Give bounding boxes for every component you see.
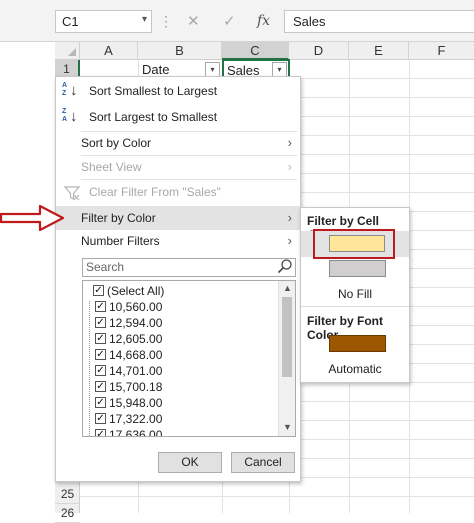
checkbox-checked[interactable]: ✓ <box>95 301 106 312</box>
menu-item-label: Sort Smallest to Largest <box>89 84 218 98</box>
menu-item-sort-by-color[interactable]: Sort by Color › <box>56 131 300 155</box>
menu-item-label: Clear Filter From "Sales" <box>89 185 221 199</box>
font-color-swatch-brown[interactable] <box>329 335 386 352</box>
list-item-label: 12,605.00 <box>109 332 163 346</box>
list-item-label: 15,948.00 <box>109 396 163 410</box>
list-scrollbar[interactable]: ▲ ▼ <box>278 281 295 436</box>
chevron-right-icon: › <box>287 210 292 225</box>
sort-ascending-icon: AZ ↓ <box>62 82 78 99</box>
funnel-clear-icon <box>64 186 80 201</box>
column-header-e[interactable]: E <box>349 42 409 60</box>
chevron-right-icon: › <box>287 135 292 150</box>
sort-descending-icon: ZA ↓ <box>62 108 78 125</box>
checkbox-checked[interactable]: ✓ <box>95 365 106 376</box>
menu-item-label: Number Filters <box>81 234 160 248</box>
name-box-value: C1 <box>62 14 79 29</box>
filter-dropdown-sales[interactable]: ▾ <box>272 62 287 77</box>
insert-function-icon[interactable]: fx <box>257 10 270 33</box>
checkbox-checked[interactable]: ✓ <box>95 397 106 408</box>
menu-item-label: Filter by Color <box>81 211 156 225</box>
checkbox-checked[interactable]: ✓ <box>95 429 106 436</box>
checkbox-checked[interactable]: ✓ <box>95 317 106 328</box>
scroll-down-icon[interactable]: ▼ <box>283 422 292 432</box>
cancel-entry-icon[interactable]: ✕ <box>187 10 200 33</box>
list-item-label: 17,322.00 <box>109 412 163 426</box>
ok-button[interactable]: OK <box>158 452 222 473</box>
chevron-right-icon: › <box>287 159 292 174</box>
filter-search-input[interactable]: Search <box>82 258 296 277</box>
scrollbar-thumb[interactable] <box>282 297 292 377</box>
filter-dropdown-date[interactable]: ▾ <box>205 62 220 77</box>
menu-item-number-filters[interactable]: Number Filters › <box>56 229 300 253</box>
name-box[interactable]: C1 ▾ <box>55 10 152 33</box>
checkbox-checked[interactable]: ✓ <box>95 381 106 392</box>
confirm-entry-icon[interactable]: ✓ <box>223 10 236 33</box>
column-headers: A B C D E F <box>55 42 474 60</box>
cancel-button[interactable]: Cancel <box>231 452 295 473</box>
menu-item-sheet-view: Sheet View › <box>56 155 300 179</box>
checkbox-checked[interactable]: ✓ <box>95 349 106 360</box>
filter-values-list[interactable]: ✓ (Select All) ✓ 10,560.00 ✓ 12,594.00 ✓… <box>82 280 296 437</box>
menu-item-label: Sort by Color <box>81 136 152 150</box>
no-fill-option[interactable]: No Fill <box>301 287 409 301</box>
menu-item-label: Sheet View <box>81 160 142 174</box>
checkbox-checked[interactable]: ✓ <box>95 413 106 424</box>
list-item-label: 17,636.00 <box>109 428 163 437</box>
scroll-up-icon[interactable]: ▲ <box>283 283 292 293</box>
list-item-label: 14,701.00 <box>109 364 163 378</box>
list-item-label: (Select All) <box>107 284 165 298</box>
search-placeholder: Search <box>86 260 125 274</box>
checkbox-checked[interactable]: ✓ <box>95 333 106 344</box>
column-header-c[interactable]: C <box>222 42 289 60</box>
list-item-label: 15,700.18 <box>109 380 163 394</box>
column-header-f[interactable]: F <box>409 42 474 60</box>
row-header-26[interactable]: 26 <box>55 504 80 523</box>
highlight-box <box>313 229 395 259</box>
menu-item-filter-by-color[interactable]: Filter by Color › <box>56 206 300 230</box>
chevron-down-icon[interactable]: ▾ <box>142 14 147 25</box>
cell-b1-value: Date <box>142 62 170 77</box>
formula-bar-buttons: ✕ ✓ fx <box>177 10 277 33</box>
formula-bar-grip-icon: ⋮ <box>159 13 173 29</box>
list-item-label: 14,668.00 <box>109 348 163 362</box>
autofilter-panel: AZ ↓ Sort Smallest to Largest ZA ↓ Sort … <box>55 76 301 482</box>
column-header-d[interactable]: D <box>289 42 349 60</box>
menu-item-sort-ascending[interactable]: AZ ↓ Sort Smallest to Largest <box>56 79 300 103</box>
row-header-25[interactable]: 25 <box>55 485 80 504</box>
search-icon[interactable] <box>277 258 293 274</box>
menu-item-sort-descending[interactable]: ZA ↓ Sort Largest to Smallest <box>56 105 300 129</box>
cell-color-swatch-gray[interactable] <box>329 260 386 277</box>
column-header-b[interactable]: B <box>138 42 222 60</box>
column-header-a[interactable]: A <box>80 42 138 60</box>
checkbox-checked[interactable]: ✓ <box>93 285 104 296</box>
formula-input[interactable]: Sales <box>284 10 474 33</box>
automatic-font-color-option[interactable]: Automatic <box>301 362 409 376</box>
list-item-label: 12,594.00 <box>109 316 163 330</box>
chevron-right-icon: › <box>287 233 292 248</box>
menu-item-label: Sort Largest to Smallest <box>89 110 218 124</box>
menu-item-clear-filter: Clear Filter From "Sales" <box>56 180 300 204</box>
list-item-label: 10,560.00 <box>109 300 163 314</box>
right-arrow-icon <box>0 204 65 232</box>
select-all-corner[interactable] <box>55 42 80 60</box>
